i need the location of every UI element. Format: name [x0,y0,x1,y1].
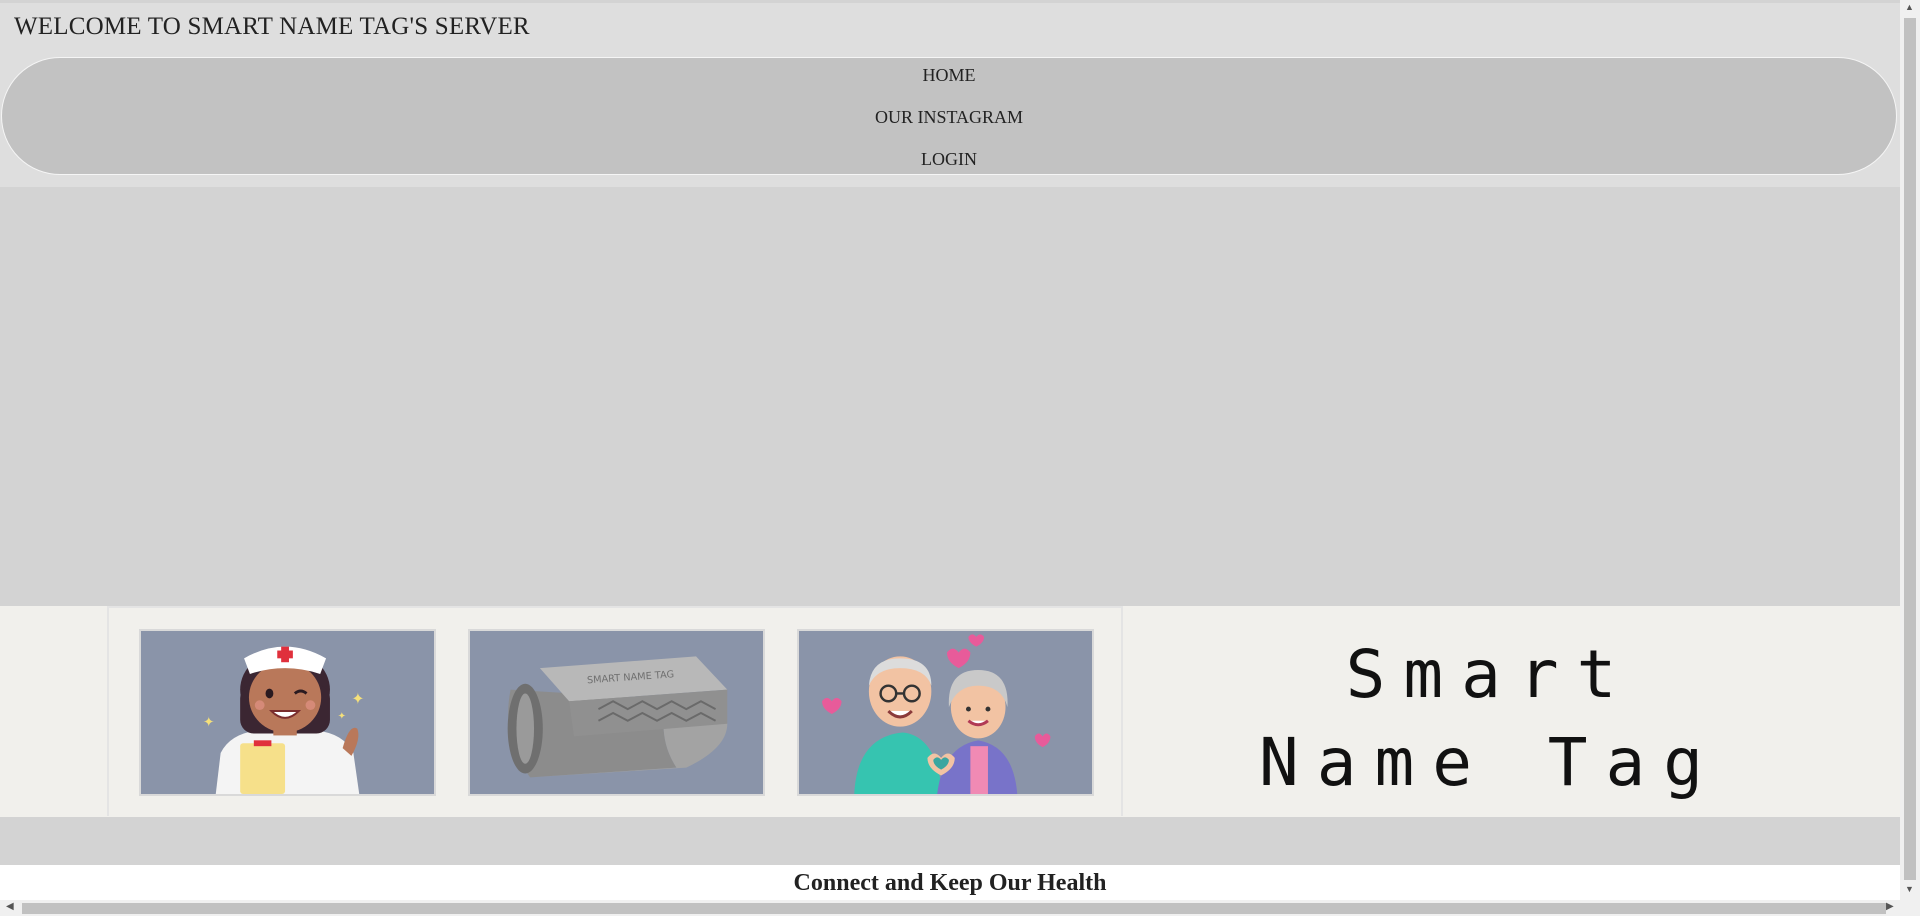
scroll-right-icon[interactable]: ▶ [1886,901,1894,912]
elderly-couple-illustration-icon [800,631,1091,794]
site-header: WELCOME TO SMART NAME TAG'S SERVER HOME … [0,3,1900,187]
scroll-down-icon[interactable]: ▼ [1905,884,1914,894]
elderly-couple-image [797,629,1094,796]
svg-text:✦: ✦ [203,715,214,731]
scroll-up-icon[interactable]: ▲ [1905,2,1914,12]
banner: ✦ ✦ ✦ SMART NAME TAG Smart Name Tag [0,606,1900,817]
hero-area [0,187,1900,606]
svg-text:✦: ✦ [338,711,346,722]
scroll-left-icon[interactable]: ◀ [6,901,14,912]
nav-instagram-link[interactable]: OUR INSTAGRAM [2,107,1896,128]
footer: Connect and Keep Our Health [0,865,1900,900]
nav-login-link[interactable]: LOGIN [2,149,1896,170]
horizontal-scrollbar[interactable]: ◀ ▶ [0,900,1920,916]
smart-name-tag-device-image: SMART NAME TAG [468,629,765,796]
image-gallery: ✦ ✦ ✦ SMART NAME TAG [107,606,1123,816]
footer-tagline: Connect and Keep Our Health [793,870,1107,896]
svg-text:✦: ✦ [351,690,364,708]
vertical-scrollbar[interactable]: ▲ ▼ [1900,0,1920,900]
brand-logo-text: Smart Name Tag [1140,631,1840,807]
nav-home-link[interactable]: HOME [2,65,1896,86]
brand-line-1: Smart [1345,636,1635,713]
nurse-image: ✦ ✦ ✦ [139,629,436,796]
smart-name-tag-device-icon: SMART NAME TAG [471,631,762,794]
horizontal-scroll-thumb[interactable] [22,903,1886,914]
site-title: WELCOME TO SMART NAME TAG'S SERVER [14,13,530,40]
vertical-scroll-thumb[interactable] [1904,18,1916,880]
brand-line-2: Name Tag [1259,724,1721,801]
spacer-section [0,817,1900,865]
main-nav: HOME OUR INSTAGRAM LOGIN [1,57,1897,175]
nurse-illustration-icon: ✦ ✦ ✦ [142,631,433,794]
